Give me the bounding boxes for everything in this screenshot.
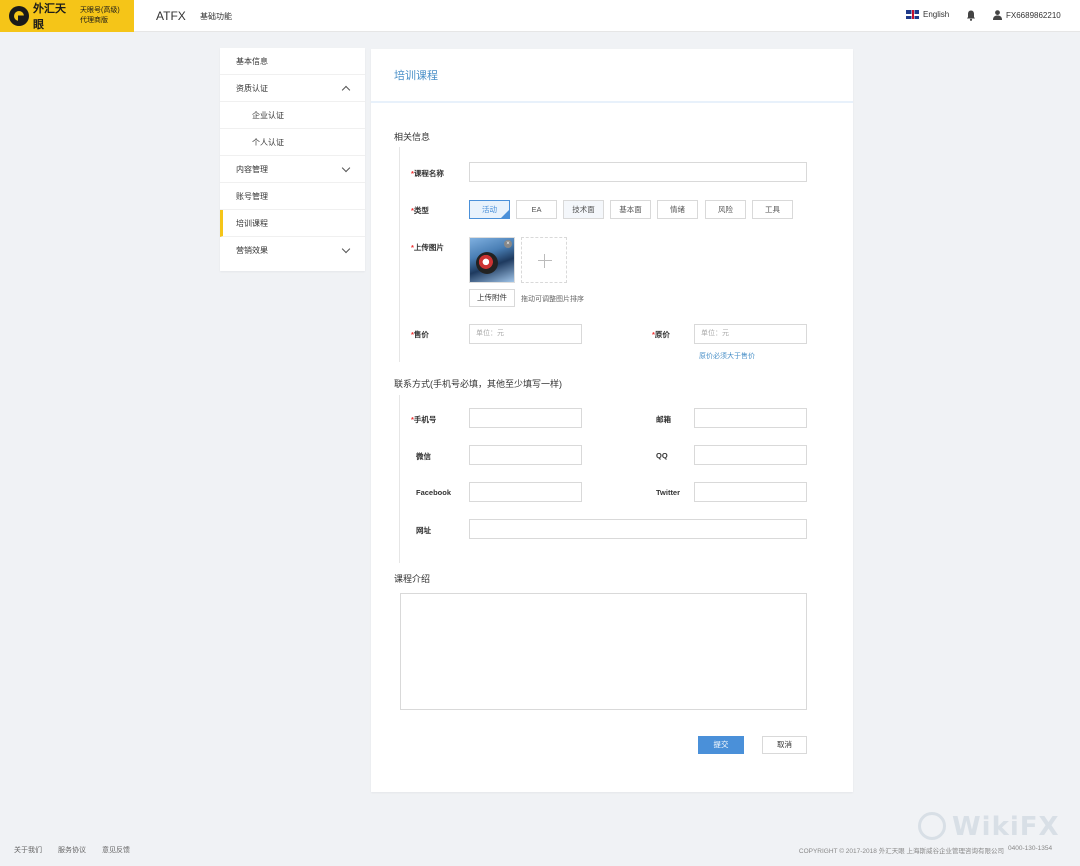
- website-label: 网址: [416, 526, 431, 535]
- footer-phone: 0400-130-1354: [1008, 845, 1053, 852]
- footer-links: 关于我们 服务协议 意见反馈: [14, 845, 130, 855]
- add-image-button[interactable]: [521, 237, 567, 283]
- type-tag-sentiment[interactable]: 情绪: [657, 200, 698, 219]
- uk-flag-icon: [906, 10, 919, 19]
- section-course-intro: 课程介绍: [394, 574, 431, 584]
- user-icon: [993, 10, 1002, 20]
- sidebar-item-label: 账号管理: [236, 192, 268, 201]
- price-input[interactable]: 单位：元: [469, 324, 582, 344]
- upload-image-label: *上传图片: [411, 243, 444, 252]
- chevron-down-icon: [341, 163, 351, 173]
- cancel-button[interactable]: 取消: [762, 736, 807, 754]
- qq-label: QQ: [656, 451, 668, 460]
- brand-sub-line1: 天眼号(高级): [80, 7, 120, 14]
- original-price-hint: 原价必须大于售价: [699, 353, 755, 360]
- language-switcher[interactable]: English: [906, 10, 949, 19]
- watermark: WikiFX: [952, 812, 1060, 842]
- thumbnail-image: [476, 252, 498, 274]
- brand-subtitle: 天眼号(高级) 代理商版: [80, 6, 120, 26]
- brand-logo-icon: [9, 6, 29, 26]
- wechat-label: 微信: [416, 452, 431, 461]
- sidebar-item-basic-info[interactable]: 基本信息: [220, 48, 365, 75]
- sidebar-item-qualification[interactable]: 资质认证: [220, 75, 365, 102]
- upload-attachment-button[interactable]: 上传附件: [469, 289, 515, 307]
- sidebar-item-label: 内容管理: [236, 165, 268, 174]
- user-menu[interactable]: FX6689862210: [993, 10, 1061, 20]
- uploaded-image-thumbnail[interactable]: ×: [469, 237, 515, 283]
- nav-basic-functions[interactable]: 基础功能: [200, 11, 232, 22]
- sidebar-item-label: 营销效果: [236, 246, 268, 255]
- section-related-info: 相关信息: [394, 132, 431, 142]
- twitter-label: Twitter: [656, 488, 681, 497]
- type-tag-activity[interactable]: 活动: [469, 200, 510, 219]
- facebook-input[interactable]: [469, 482, 582, 502]
- sidebar-item-label: 个人认证: [252, 138, 284, 147]
- sidebar: 基本信息 资质认证 企业认证 个人认证 内容管理 账号管理 培训课程 营销效果: [220, 48, 365, 271]
- phone-label: *手机号: [411, 415, 437, 424]
- brand-name: 外汇天眼: [33, 3, 66, 31]
- remove-image-icon[interactable]: ×: [504, 240, 512, 248]
- twitter-input[interactable]: [694, 482, 807, 502]
- brand-logo-area[interactable]: 外汇天眼 天眼号(高级) 代理商版: [0, 0, 134, 32]
- qq-input[interactable]: [694, 445, 807, 465]
- submit-button[interactable]: 提交: [698, 736, 744, 754]
- sidebar-item-training-courses[interactable]: 培训课程: [220, 210, 365, 237]
- website-input[interactable]: [469, 519, 807, 539]
- footer-link-terms[interactable]: 服务协议: [58, 845, 86, 855]
- facebook-label: Facebook: [416, 488, 452, 497]
- course-intro-textarea[interactable]: [400, 593, 807, 710]
- sidebar-item-label: 基本信息: [236, 57, 268, 66]
- price-label: *售价: [411, 330, 429, 339]
- phone-input[interactable]: [469, 408, 582, 428]
- sidebar-item-content-management[interactable]: 内容管理: [220, 156, 365, 183]
- section-divider: [399, 147, 400, 362]
- brand-sub-line2: 代理商版: [80, 17, 108, 24]
- upload-hint: 拖动可调整图片排序: [521, 296, 584, 303]
- sidebar-item-label: 企业认证: [252, 111, 284, 120]
- original-price-label: *原价: [652, 330, 670, 339]
- bell-icon[interactable]: [966, 10, 976, 21]
- email-label: 邮箱: [656, 415, 671, 424]
- type-tag-risk[interactable]: 风险: [705, 200, 746, 219]
- section-contact: 联系方式(手机号必填，其他至少填写一样): [394, 379, 562, 389]
- sidebar-item-personal-cert[interactable]: 个人认证: [220, 129, 365, 156]
- top-bar: 外汇天眼 天眼号(高级) 代理商版 ATFX 基础功能 English FX66…: [0, 0, 1080, 32]
- username: FX6689862210: [1006, 10, 1061, 20]
- page-title: 培训课程: [371, 49, 853, 103]
- sidebar-item-label: 资质认证: [236, 84, 268, 93]
- type-label: *类型: [411, 206, 429, 215]
- type-tag-technical[interactable]: 技术面: [563, 200, 604, 219]
- original-price-input[interactable]: 单位：元: [694, 324, 807, 344]
- app-title: ATFX: [156, 9, 186, 23]
- footer-link-feedback[interactable]: 意见反馈: [102, 845, 130, 855]
- sidebar-item-account-management[interactable]: 账号管理: [220, 183, 365, 210]
- course-name-input[interactable]: [469, 162, 807, 182]
- course-name-label: *课程名称: [411, 169, 444, 178]
- chevron-down-icon: [341, 244, 351, 254]
- email-input[interactable]: [694, 408, 807, 428]
- type-tag-tools[interactable]: 工具: [752, 200, 793, 219]
- sidebar-item-label: 培训课程: [236, 219, 268, 228]
- footer-link-about[interactable]: 关于我们: [14, 845, 42, 855]
- type-tag-fundamental[interactable]: 基本面: [610, 200, 651, 219]
- watermark-logo-icon: [918, 812, 946, 840]
- language-label: English: [923, 10, 950, 19]
- sidebar-item-enterprise-cert[interactable]: 企业认证: [220, 102, 365, 129]
- section-divider: [399, 395, 400, 563]
- main-panel: 培训课程 相关信息 *课程名称 *类型 活动 EA 技术面 基本面 情绪 风险 …: [371, 49, 853, 792]
- sidebar-item-marketing-effect[interactable]: 营销效果: [220, 237, 365, 264]
- chevron-up-icon: [341, 85, 351, 95]
- footer-copyright: COPYRIGHT © 2017-2018 外汇天眼 上海斯威谷企业管理咨询有限…: [798, 848, 1004, 855]
- type-tag-ea[interactable]: EA: [516, 200, 557, 219]
- wechat-input[interactable]: [469, 445, 582, 465]
